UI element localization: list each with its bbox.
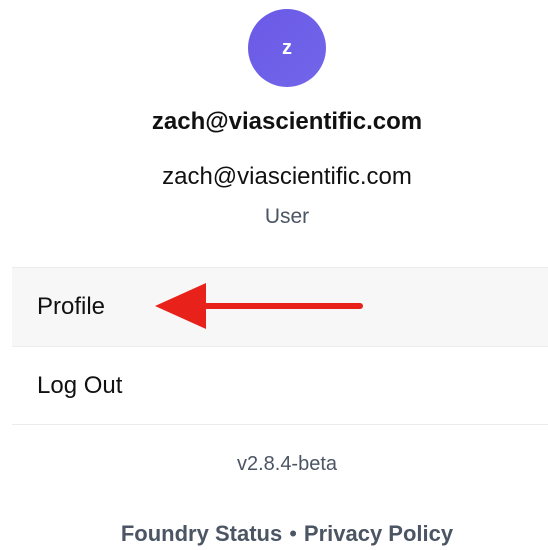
foundry-status-link[interactable]: Foundry Status [121, 521, 282, 546]
user-email: zach@viascientific.com [162, 163, 412, 190]
footer-separator: • [289, 521, 297, 546]
privacy-policy-link[interactable]: Privacy Policy [304, 521, 453, 546]
footer-links: Foundry Status • Privacy Policy [0, 521, 548, 547]
avatar-initial: z [282, 36, 292, 59]
app-version: v2.8.4-beta [236, 453, 338, 475]
logout-menu-item[interactable]: Log Out [12, 346, 548, 425]
profile-menu-label: Profile [37, 293, 106, 320]
left-arrow-icon [155, 283, 363, 329]
user-avatar: z [248, 9, 326, 87]
user-role: User [264, 205, 310, 228]
logout-menu-label: Log Out [37, 371, 123, 399]
user-display-name: zach@viascientific.com [151, 108, 423, 135]
